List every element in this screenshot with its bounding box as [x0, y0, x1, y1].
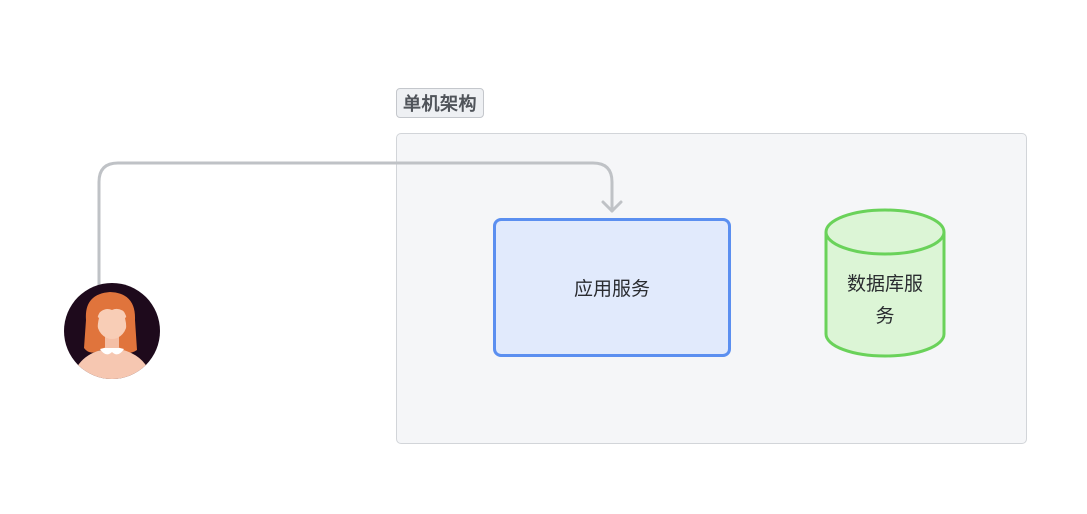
db-service-label-line2: 务	[875, 305, 895, 327]
app-service-label: 应用服务	[573, 278, 650, 300]
group-label: 单机架构	[396, 88, 484, 118]
app-service-node[interactable]: 应用服务	[493, 218, 731, 357]
db-service-label-line1: 数据库服	[846, 273, 923, 295]
user-avatar-icon[interactable]	[64, 283, 160, 392]
db-service-label: 数据库服 务	[826, 268, 944, 332]
